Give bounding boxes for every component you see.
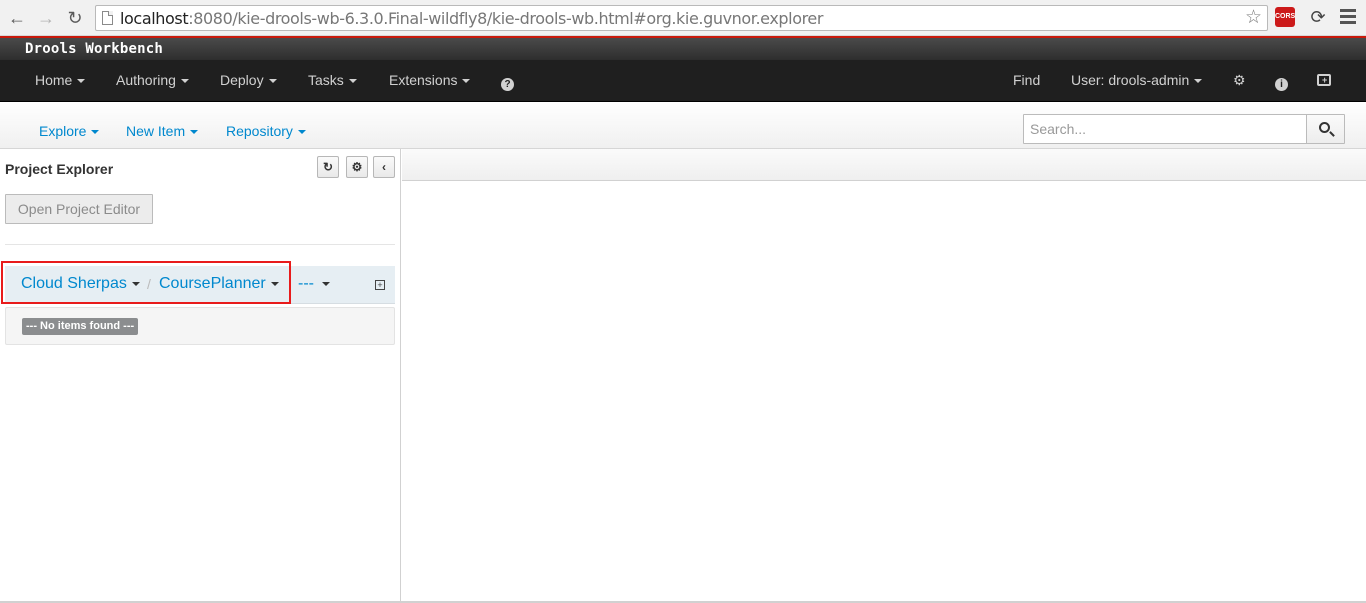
address-bar[interactable]: localhost:8080/kie-drools-wb-6.3.0.Final… [95, 5, 1268, 31]
nav-tasks-menu[interactable]: Tasks [308, 72, 357, 88]
search-button[interactable] [1306, 114, 1345, 144]
panel-title: Project Explorer [5, 161, 114, 177]
reload-icon[interactable]: ↻ [64, 7, 86, 29]
caret-down-icon [77, 79, 86, 84]
find-link[interactable]: Find [1013, 72, 1040, 88]
main-navbar: Home Authoring Deploy Tasks Extensions ?… [0, 60, 1366, 102]
collapse-chevron-icon[interactable]: ‹ [373, 156, 395, 178]
perspective-toolbar: Explore New Item Repository [0, 102, 1366, 149]
caret-down-icon [1194, 79, 1203, 84]
forward-arrow-icon[interactable]: → [35, 7, 57, 29]
repository-dropdown[interactable]: CoursePlanner [159, 275, 279, 293]
settings-gear-icon[interactable]: ⚙ [1233, 72, 1246, 89]
bookmark-star-icon[interactable]: ☆ [1245, 7, 1262, 29]
expand-icon[interactable]: + [375, 280, 385, 290]
user-menu[interactable]: User: drools-admin [1071, 72, 1203, 88]
nav-authoring-menu[interactable]: Authoring [116, 72, 189, 88]
breadcrumb-separator: / [147, 276, 151, 292]
search-input[interactable] [1023, 114, 1307, 144]
caret-down-icon [180, 79, 189, 84]
caret-down-icon [462, 79, 471, 84]
caret-down-icon [131, 281, 140, 286]
settings-gear-icon[interactable]: ⚙ [346, 156, 368, 178]
brand-bar: Drools Workbench [0, 36, 1366, 60]
sync-extension-icon[interactable]: ⟳ [1307, 6, 1329, 28]
org-unit-dropdown[interactable]: Cloud Sherpas [21, 275, 140, 293]
app-title: Drools Workbench [25, 41, 164, 57]
back-arrow-icon[interactable]: ← [6, 7, 28, 29]
medkit-icon[interactable]: + [1317, 73, 1331, 89]
url-text: localhost:8080/kie-drools-wb-6.3.0.Final… [120, 9, 824, 28]
cors-extension-icon[interactable]: CORS [1275, 7, 1295, 27]
branch-dropdown[interactable]: --- [298, 275, 330, 293]
refresh-icon[interactable]: ↻ [317, 156, 339, 178]
empty-label: --- No items found --- [22, 318, 139, 335]
browser-toolbar: ← → ↻ localhost:8080/kie-drools-wb-6.3.0… [0, 0, 1366, 36]
browser-menu-icon[interactable] [1340, 9, 1356, 27]
explore-menu[interactable]: Explore [39, 123, 100, 139]
caret-down-icon [297, 130, 306, 135]
nav-home-menu[interactable]: Home [35, 72, 86, 88]
nav-extensions-menu[interactable]: Extensions [389, 72, 471, 88]
nav-deploy-menu[interactable]: Deploy [220, 72, 277, 88]
search-icon [1319, 122, 1330, 133]
help-icon[interactable]: ? [501, 74, 514, 91]
repository-menu[interactable]: Repository [226, 123, 306, 139]
items-list: --- No items found --- [5, 307, 395, 345]
caret-down-icon [270, 281, 279, 286]
caret-down-icon [190, 130, 199, 135]
open-project-editor-button[interactable]: Open Project Editor [5, 194, 153, 224]
caret-down-icon [268, 79, 277, 84]
caret-down-icon [91, 130, 100, 135]
info-icon[interactable]: i [1275, 74, 1288, 91]
new-item-menu[interactable]: New Item [126, 123, 199, 139]
project-explorer-panel: Project Explorer ↻ ⚙ ‹ Open Project Edit… [0, 149, 401, 603]
page-icon [102, 11, 113, 25]
divider [5, 244, 395, 245]
caret-down-icon [348, 79, 357, 84]
caret-down-icon [321, 281, 330, 286]
editor-header [402, 149, 1366, 181]
